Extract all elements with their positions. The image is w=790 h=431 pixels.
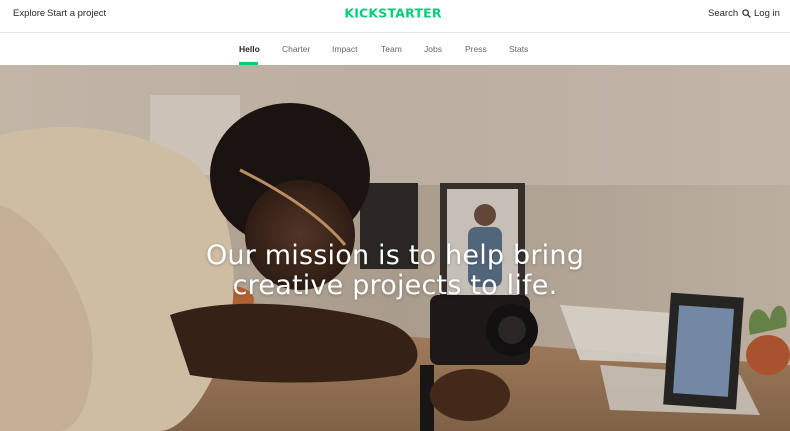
search-icon [742,9,751,18]
tab-charter[interactable]: Charter [282,44,310,54]
tab-hello[interactable]: Hello [239,44,260,54]
about-subnav: Hello Charter Impact Team Jobs Press Sta… [0,33,790,65]
hero-mission-statement: Our mission is to help bring creative pr… [0,241,790,301]
login-link[interactable]: Log in [754,8,780,19]
tab-press[interactable]: Press [465,44,487,54]
top-header: Explore Start a project KICKSTARTER Sear… [0,0,790,32]
search-label: Search [708,8,739,19]
svg-text:KICKSTARTER: KICKSTARTER [345,6,441,20]
hero-line-2: creative projects to life. [232,270,558,301]
tab-stats[interactable]: Stats [509,44,528,54]
start-project-link[interactable]: Start a project [47,8,106,19]
search-button[interactable]: Search [708,8,751,19]
explore-link[interactable]: Explore [13,8,45,19]
hero-banner: Our mission is to help bring creative pr… [0,65,790,431]
kickstarter-logo[interactable]: KICKSTARTER [345,6,441,20]
tab-team[interactable]: Team [381,44,402,54]
tab-jobs[interactable]: Jobs [424,44,442,54]
tab-impact[interactable]: Impact [332,44,358,54]
hero-line-1: Our mission is to help bring [205,240,585,271]
